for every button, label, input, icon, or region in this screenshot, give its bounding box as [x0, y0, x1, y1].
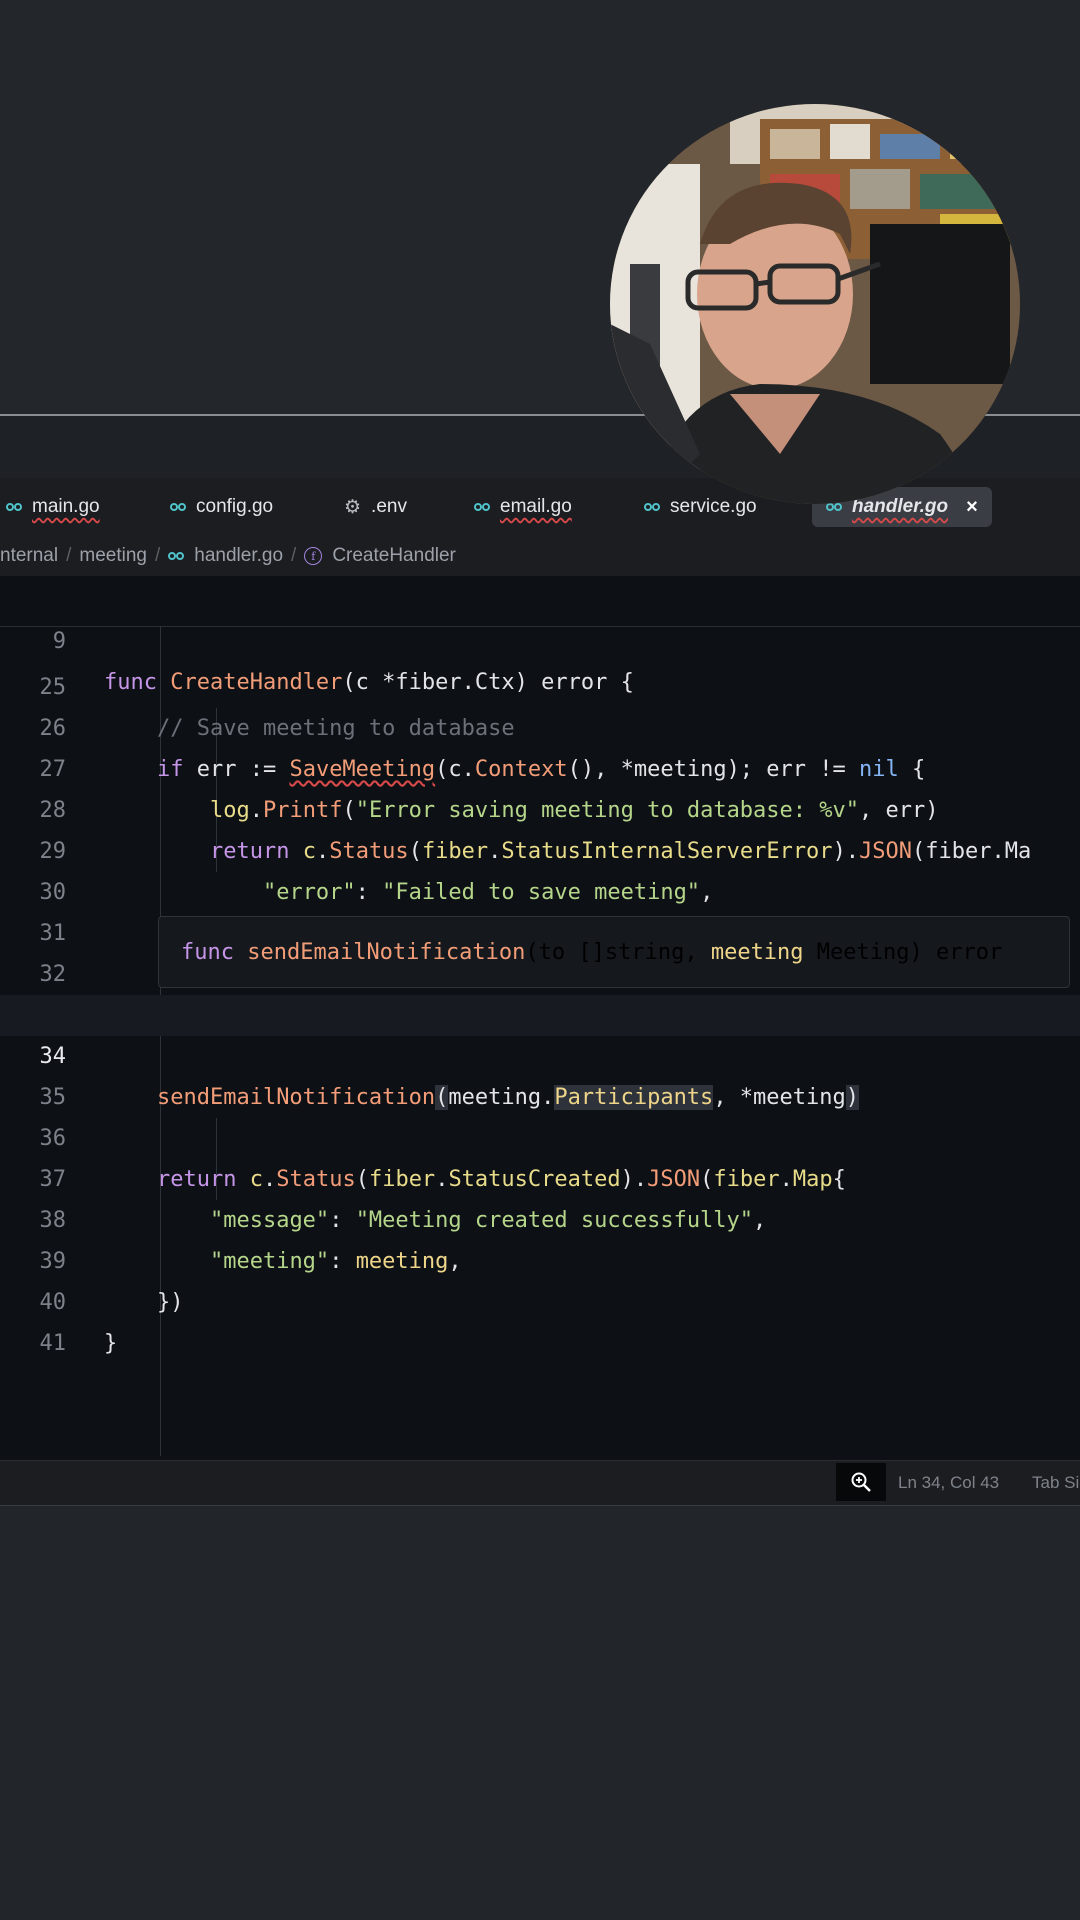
tab-label: .env	[371, 496, 407, 517]
code-line: 40 }	[0, 1241, 1080, 1356]
go-icon	[474, 503, 490, 511]
tab-label: main.go	[32, 496, 100, 517]
code-line: 31 }	[0, 872, 1080, 987]
code-line: 35	[0, 1036, 1080, 1110]
tab-label: service.go	[670, 496, 757, 517]
tab-label: email.go	[500, 496, 572, 517]
code-line: 25 // Save meeting to database	[0, 626, 1080, 741]
code-text: }	[104, 1331, 118, 1356]
close-icon[interactable]: ×	[966, 496, 978, 519]
code-line: 39 })	[0, 1200, 1080, 1315]
status-bar: Ln 34, Col 43 Tab Si	[0, 1460, 1080, 1507]
code-line: 37 "message": "Meeting created successfu…	[0, 1118, 1080, 1233]
sticky-scroll-header[interactable]: 9 func CreateHandler(c *fiber.Ctx) error…	[0, 576, 1080, 695]
tab-service-go[interactable]: service.go	[638, 487, 763, 527]
bottom-area	[0, 1506, 1080, 1920]
go-icon	[644, 503, 660, 511]
go-icon	[170, 503, 186, 511]
zoom-button[interactable]	[836, 1463, 886, 1501]
code-line-current: 34 sendEmailNotification(meeting.Partici…	[0, 995, 1080, 1110]
tab-main-go[interactable]: main.go	[0, 487, 106, 527]
breadcrumb-item[interactable]: CreateHandler	[332, 545, 456, 567]
signature-help-popup: func sendEmailNotification(to []string, …	[158, 916, 1070, 988]
gear-icon: ⚙	[344, 496, 362, 518]
tab-label: config.go	[196, 496, 274, 517]
tab-email-go[interactable]: email.go	[468, 487, 578, 527]
code-line: 38 "meeting": meeting,	[0, 1159, 1080, 1274]
go-icon	[168, 552, 185, 560]
zoom-icon	[851, 1472, 871, 1492]
tab-label: handler.go	[852, 496, 949, 517]
breadcrumb-separator: /	[155, 545, 161, 566]
code-line: 36 return c.Status(fiber.StatusCreated).…	[0, 1077, 1080, 1192]
code-line: 30 })	[0, 831, 1080, 946]
line-number: 41	[39, 1331, 67, 1356]
function-icon: f	[304, 547, 323, 565]
code-editor[interactable]: 9 func CreateHandler(c *fiber.Ctx) error…	[0, 576, 1080, 1460]
webcam-overlay	[610, 104, 1020, 504]
breadcrumb-separator: /	[66, 545, 72, 566]
go-icon	[6, 503, 22, 511]
cursor-position[interactable]: Ln 34, Col 43	[898, 1461, 999, 1505]
code-line: 9 func CreateHandler(c *fiber.Ctx) error…	[0, 580, 1080, 695]
code-line: 27 log.Printf("Error saving meeting to d…	[0, 708, 1080, 823]
breadcrumb-item[interactable]: nternal	[0, 545, 58, 567]
code-line: 28 return c.Status(fiber.StatusInternalS…	[0, 749, 1080, 864]
indentation-setting[interactable]: Tab Si	[1032, 1461, 1079, 1505]
breadcrumb-separator: /	[291, 545, 297, 566]
code-line: 26 if err := SaveMeeting(c.Context(), *m…	[0, 667, 1080, 782]
breadcrumb-item[interactable]: meeting	[79, 545, 147, 567]
tab-env[interactable]: ⚙ .env	[338, 487, 413, 527]
breadcrumb: nternal / meeting / handler.go / f Creat…	[0, 536, 1080, 576]
breadcrumb-item[interactable]: handler.go	[194, 545, 283, 567]
tab-config-go[interactable]: config.go	[164, 487, 279, 527]
code-line: 29 "error": "Failed to save meeting",	[0, 790, 1080, 905]
editor-tab-bar: main.go config.go ⚙ .env email.go servic…	[0, 478, 1080, 536]
code-line: 41	[0, 1282, 1080, 1356]
